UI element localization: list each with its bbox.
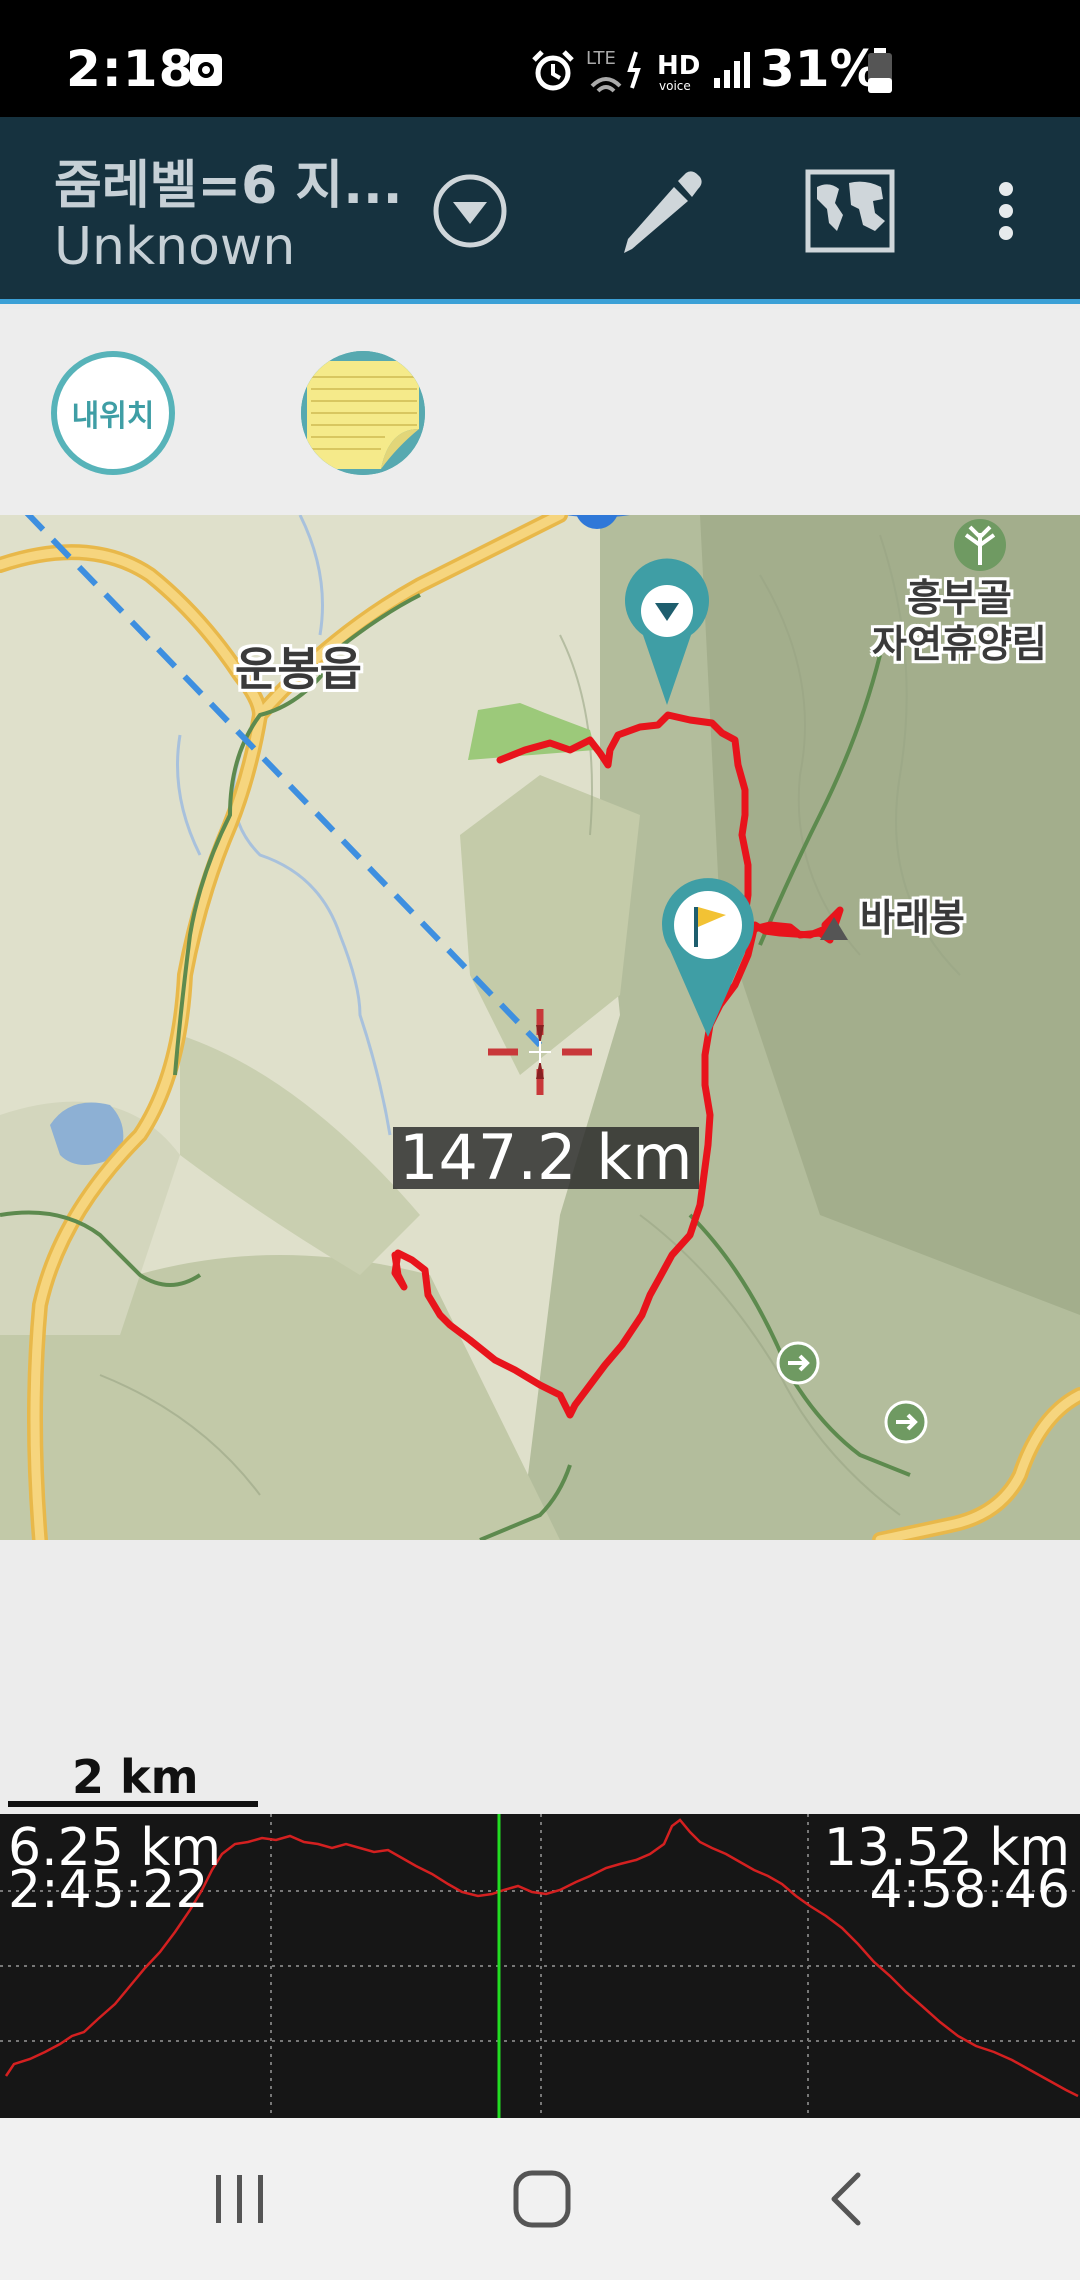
recents-icon <box>216 2175 263 2223</box>
screen: 2:18 LTE HDvoice 31% 줌레벨=6 지... Unknown <box>0 0 1080 2280</box>
pencil-icon <box>624 170 702 253</box>
svg-text:voice: voice <box>659 79 691 93</box>
tool-row: 내위치 <box>0 309 1080 515</box>
dropdown-icon <box>433 174 507 247</box>
hd-voice-icon: HD voice <box>655 50 705 98</box>
distance-label: 147.2 km <box>393 1127 699 1189</box>
map-subtitle: Unknown <box>54 217 296 277</box>
battery-icon <box>866 48 894 98</box>
home-button[interactable] <box>442 2118 642 2280</box>
recents-button[interactable] <box>140 2118 340 2280</box>
navigation-bar <box>0 2118 1080 2280</box>
app-bar: 줌레벨=6 지... Unknown <box>0 117 1080 304</box>
lte-text: LTE <box>586 48 616 69</box>
trail-arrow-marker <box>884 1400 928 1444</box>
memo-icon <box>301 351 425 475</box>
signal-icon <box>712 50 752 94</box>
dropdown-button[interactable] <box>420 117 520 304</box>
my-location-button[interactable]: 내위치 <box>51 351 175 475</box>
elevation-profile[interactable]: 6.25 km 2:45:22 13.52 km 4:58:46 <box>0 1814 1080 2118</box>
map-view[interactable]: 운봉읍 흥부골 자연휴양림 바래봉 147.2 km <box>0 515 1080 1540</box>
more-options-button[interactable] <box>966 117 1046 304</box>
lte-icon: LTE <box>586 46 650 100</box>
memo-button[interactable] <box>301 351 425 475</box>
my-location-label: 내위치 <box>71 399 155 434</box>
hd-text: HD <box>657 51 700 81</box>
campsite-icon <box>954 519 1006 571</box>
alarm-icon <box>530 48 576 98</box>
map-label-peak: 바래봉 <box>860 896 965 940</box>
world-map-icon <box>805 169 895 252</box>
back-button[interactable] <box>746 2118 946 2280</box>
edit-button[interactable] <box>605 117 715 304</box>
scale-label: 2 km <box>72 1750 199 1804</box>
profile-right-time: 4:58:46 <box>869 1860 1070 1920</box>
scale-bar <box>8 1801 258 1807</box>
screenshot-icon <box>188 52 224 92</box>
battery-percent: 31% <box>760 40 880 98</box>
map-label-forest: 흥부골 자연휴양림 <box>872 576 1047 666</box>
map-canvas <box>0 515 1080 1540</box>
more-vert-icon <box>999 181 1013 240</box>
map-title[interactable]: 줌레벨=6 지... <box>54 143 402 218</box>
status-bar: 2:18 LTE HD voice 31% <box>0 0 1080 117</box>
status-time: 2:18 <box>66 40 195 98</box>
trail-arrow-marker <box>776 1341 820 1385</box>
profile-left-time: 2:45:22 <box>8 1860 209 1920</box>
home-icon <box>513 2170 571 2228</box>
back-icon <box>831 2172 861 2226</box>
map-type-button[interactable] <box>800 117 900 304</box>
map-label-town: 운봉읍 <box>235 642 362 696</box>
